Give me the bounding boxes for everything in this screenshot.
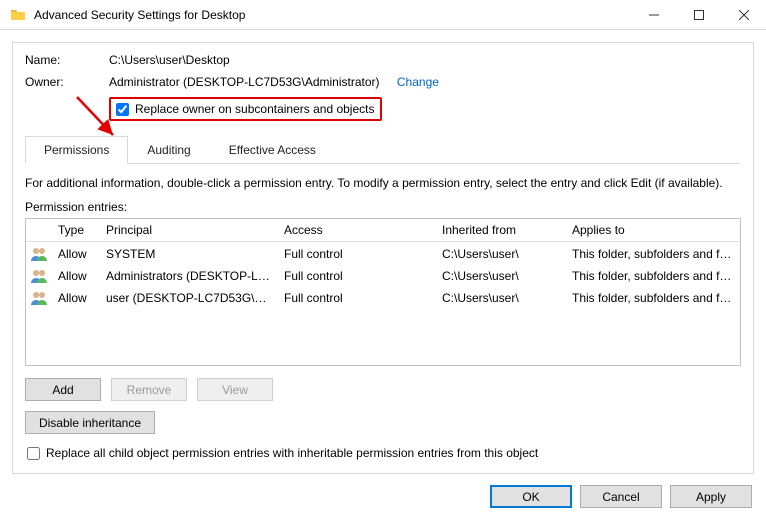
col-access[interactable]: Access (278, 219, 436, 241)
cell-principal: SYSTEM (100, 243, 278, 265)
table-header: Type Principal Access Inherited from App… (26, 219, 740, 242)
replace-all-checkbox-row[interactable]: Replace all child object permission entr… (25, 446, 741, 460)
disable-inheritance-button[interactable]: Disable inheritance (25, 411, 155, 434)
tab-effective-access[interactable]: Effective Access (210, 136, 335, 164)
cell-inherited: C:\Users\user\ (436, 265, 566, 287)
apply-button[interactable]: Apply (670, 485, 752, 508)
replace-owner-label: Replace owner on subcontainers and objec… (135, 102, 374, 116)
name-value: C:\Users\user\Desktop (109, 53, 741, 67)
view-button: View (197, 378, 273, 401)
table-row[interactable]: Allowuser (DESKTOP-LC7D53G\user)Full con… (26, 287, 740, 309)
window-title: Advanced Security Settings for Desktop (34, 8, 631, 22)
cell-inherited: C:\Users\user\ (436, 287, 566, 309)
principal-icon (26, 242, 52, 266)
replace-owner-checkbox[interactable] (116, 103, 129, 116)
cell-inherited: C:\Users\user\ (436, 243, 566, 265)
ok-button[interactable]: OK (490, 485, 572, 508)
table-row[interactable]: AllowSYSTEMFull controlC:\Users\user\Thi… (26, 243, 740, 265)
col-type[interactable]: Type (52, 219, 100, 241)
folder-icon (10, 7, 26, 23)
table-row[interactable]: AllowAdministrators (DESKTOP-LC7...Full … (26, 265, 740, 287)
add-button[interactable]: Add (25, 378, 101, 401)
owner-value: Administrator (DESKTOP-LC7D53G\Administr… (109, 75, 741, 89)
replace-owner-checkbox-row[interactable]: Replace owner on subcontainers and objec… (109, 97, 382, 121)
owner-label: Owner: (25, 75, 109, 89)
cancel-button[interactable]: Cancel (580, 485, 662, 508)
cell-principal: user (DESKTOP-LC7D53G\user) (100, 287, 278, 309)
maximize-button[interactable] (676, 0, 721, 29)
cell-type: Allow (52, 287, 100, 309)
minimize-button[interactable] (631, 0, 676, 29)
cell-access: Full control (278, 265, 436, 287)
tab-auditing[interactable]: Auditing (128, 136, 209, 164)
dialog-footer: OK Cancel Apply (490, 485, 752, 508)
cell-type: Allow (52, 265, 100, 287)
close-button[interactable] (721, 0, 766, 29)
col-principal[interactable]: Principal (100, 219, 278, 241)
cell-applies: This folder, subfolders and files (566, 287, 740, 309)
col-inherited[interactable]: Inherited from (436, 219, 566, 241)
entries-label: Permission entries: (25, 200, 741, 214)
tab-permissions[interactable]: Permissions (25, 136, 128, 164)
info-text: For additional information, double-click… (25, 176, 741, 190)
cell-access: Full control (278, 287, 436, 309)
col-applies[interactable]: Applies to (566, 219, 740, 241)
owner-text: Administrator (DESKTOP-LC7D53G\Administr… (109, 75, 380, 89)
cell-principal: Administrators (DESKTOP-LC7... (100, 265, 278, 287)
change-owner-link[interactable]: Change (397, 75, 439, 89)
titlebar: Advanced Security Settings for Desktop (0, 0, 766, 30)
content-panel: Name: C:\Users\user\Desktop Owner: Admin… (12, 42, 754, 474)
name-label: Name: (25, 53, 109, 67)
principal-icon (26, 264, 52, 288)
principal-icon (26, 286, 52, 310)
replace-all-checkbox[interactable] (27, 447, 40, 460)
permission-table: Type Principal Access Inherited from App… (25, 218, 741, 366)
cell-type: Allow (52, 243, 100, 265)
cell-applies: This folder, subfolders and files (566, 243, 740, 265)
replace-all-label: Replace all child object permission entr… (46, 446, 538, 460)
tab-bar: Permissions Auditing Effective Access (25, 135, 741, 164)
remove-button: Remove (111, 378, 187, 401)
cell-applies: This folder, subfolders and files (566, 265, 740, 287)
cell-access: Full control (278, 243, 436, 265)
